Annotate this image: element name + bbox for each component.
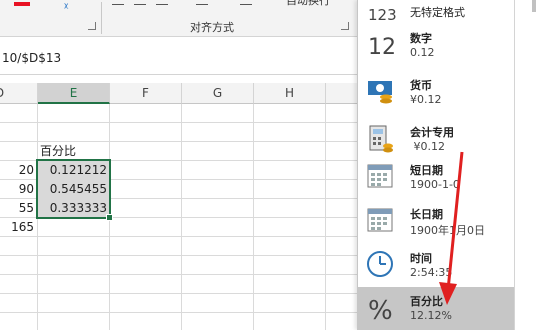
align-top-icon[interactable]	[112, 0, 124, 5]
fill-handle[interactable]	[106, 214, 113, 221]
svg-text:123: 123	[368, 6, 396, 24]
formula-text[interactable]: 10/$D$13	[2, 51, 61, 65]
percent-header-cell[interactable]: 百分比	[40, 141, 110, 161]
gridline	[0, 122, 357, 123]
short-date-icon	[367, 164, 393, 188]
font-group-launcher-icon[interactable]	[88, 22, 96, 30]
ribbon-separator	[101, 2, 102, 34]
alignment-group-launcher-icon[interactable]	[341, 22, 349, 30]
d-total-cell[interactable]: 165	[0, 217, 37, 237]
format-item-sample: 12.12%	[410, 309, 452, 322]
format-item-sample: ¥0.12	[410, 93, 442, 106]
currency-icon	[368, 81, 392, 104]
format-item-name: 货币	[410, 79, 432, 92]
align-middle-icon[interactable]	[134, 0, 146, 5]
gridline	[0, 236, 357, 237]
menu-scrollbar[interactable]	[530, 0, 538, 330]
svg-text:%: %	[368, 296, 393, 323]
gridline	[0, 293, 357, 294]
format-item-general[interactable]: 123 无特定格式	[358, 0, 515, 24]
orientation-icon[interactable]	[196, 0, 208, 5]
font-color-indicator[interactable]	[14, 2, 30, 6]
alignment-group-label: 对齐方式	[190, 21, 234, 34]
column-header-e[interactable]: E	[38, 83, 110, 104]
clock-icon	[367, 251, 393, 277]
percent-icon: %	[368, 296, 393, 323]
format-item-name: 会计专用	[410, 126, 454, 139]
d-value-cell[interactable]: 20	[0, 160, 37, 180]
column-header-d[interactable]: D	[0, 83, 38, 104]
d-value-cell[interactable]: 90	[0, 179, 37, 199]
gridline	[0, 255, 357, 256]
align-bottom-icon[interactable]	[156, 0, 168, 5]
wrap-text-button[interactable]: 自动换行	[286, 0, 330, 6]
selection-border	[36, 159, 111, 219]
column-header-g[interactable]: G	[182, 83, 254, 104]
format-item-sample: 0.12	[410, 46, 435, 59]
format-item-currency[interactable]: 货币 ¥0.12	[358, 71, 515, 118]
format-painter-icon[interactable]: ᵡ	[64, 0, 68, 14]
column-header-f[interactable]: F	[110, 83, 182, 104]
align-left-icon[interactable]	[240, 0, 252, 5]
column-header-h[interactable]: H	[254, 83, 326, 104]
format-item-name: 数字	[410, 32, 432, 45]
d-value-cell[interactable]: 55	[0, 198, 37, 218]
format-item-number[interactable]: 12 数字 0.12	[358, 24, 515, 71]
gridline	[0, 274, 357, 275]
long-date-icon	[367, 208, 393, 232]
format-item-name: 无特定格式	[410, 6, 465, 19]
format-item-name: 时间	[410, 252, 432, 265]
gridline	[0, 312, 357, 313]
svg-text:12: 12	[368, 35, 396, 60]
number-12-icon: 12	[368, 35, 396, 60]
accounting-icon	[369, 125, 393, 153]
annotation-arrow-icon	[439, 151, 464, 305]
